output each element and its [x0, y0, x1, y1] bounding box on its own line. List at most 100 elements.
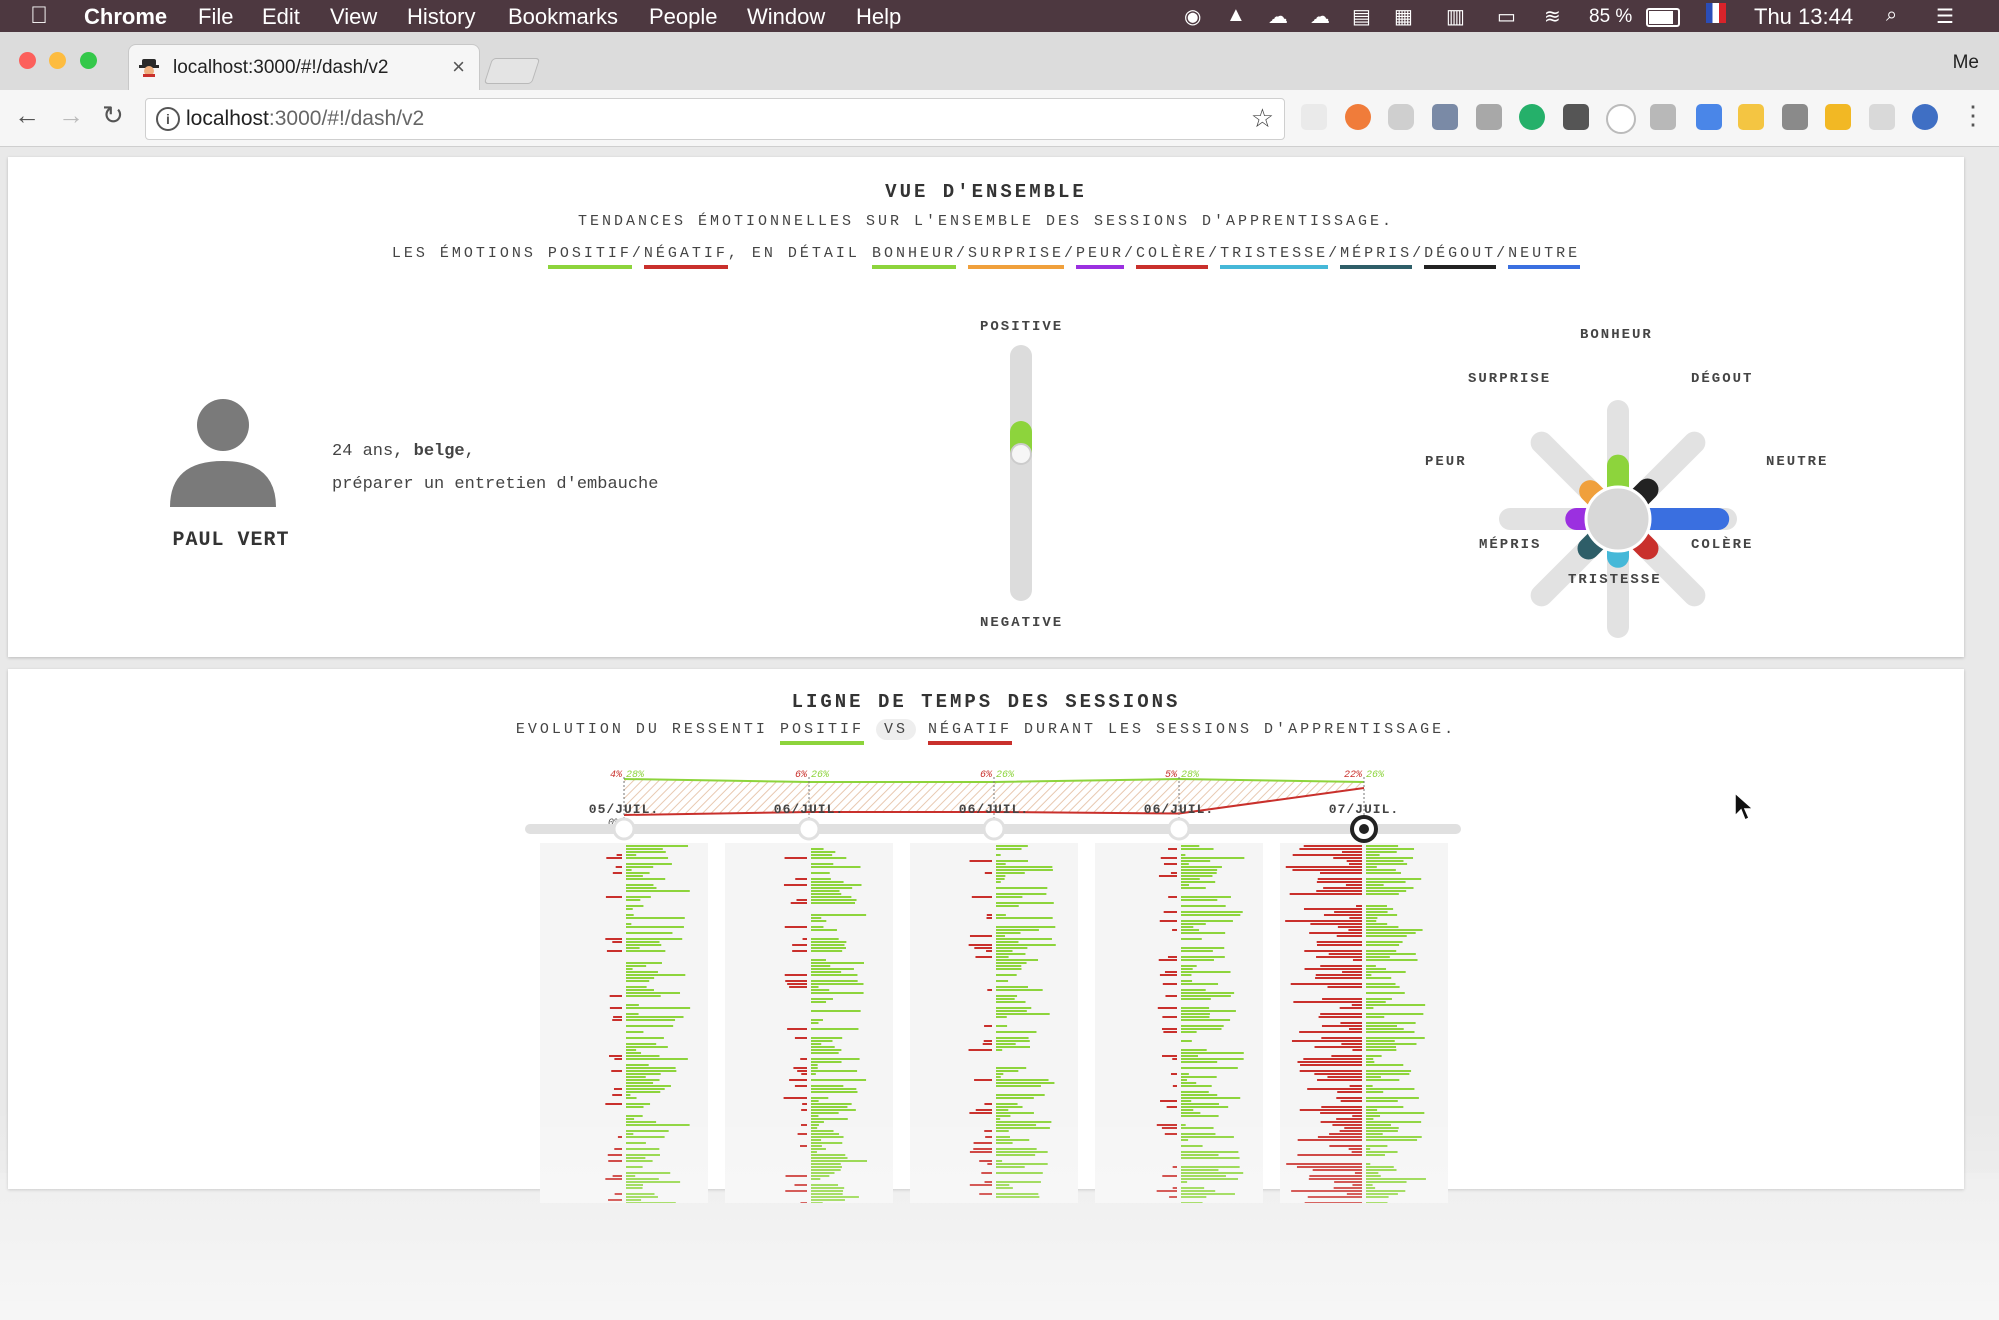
cloud-icon[interactable]: ☁: [1268, 4, 1288, 29]
docker-icon[interactable]: ▤: [1352, 4, 1371, 29]
session-negative-bar: [1163, 911, 1177, 913]
session-positive-bar: [1366, 956, 1390, 958]
grammarly-icon[interactable]: [1519, 104, 1545, 130]
session-marker[interactable]: [612, 817, 636, 841]
record-icon[interactable]: ◉: [1184, 4, 1201, 29]
address-url[interactable]: localhost:3000/#!/dash/v2: [186, 107, 424, 131]
session-negative-bar: [1352, 1184, 1362, 1186]
session-negative-bar: [1158, 875, 1177, 877]
session-marker[interactable]: [982, 817, 1006, 841]
minimize-window-button[interactable]: [49, 52, 66, 69]
menu-people[interactable]: People: [649, 4, 718, 30]
extension-icon-15[interactable]: [1912, 104, 1938, 130]
session-negative-bar: [981, 1172, 992, 1174]
session-column[interactable]: [540, 843, 708, 1203]
reload-button[interactable]: ↻: [102, 100, 124, 131]
extension-icon-3[interactable]: [1388, 104, 1414, 130]
session-negative-bar: [1336, 1118, 1362, 1120]
session-positive-bar: [996, 1109, 1009, 1111]
close-window-button[interactable]: [19, 52, 36, 69]
session-negative-bar: [789, 1079, 807, 1081]
session-positive-bar: [626, 1019, 676, 1021]
keyboard-icon[interactable]: ▥: [1446, 4, 1465, 29]
profile-button[interactable]: Me: [1953, 52, 1979, 74]
session-negative-bar: [984, 872, 992, 874]
session-positive-bar: [1366, 968, 1387, 970]
menu-help[interactable]: Help: [856, 4, 901, 30]
extension-icon-12[interactable]: [1782, 104, 1808, 130]
session-negative-bar: [1300, 1064, 1362, 1066]
new-tab-button[interactable]: [483, 58, 541, 84]
session-positive-bar: [811, 1178, 821, 1180]
maximize-window-button[interactable]: [80, 52, 97, 69]
forward-button[interactable]: →: [58, 100, 84, 131]
session-positive-bar: [1366, 908, 1394, 910]
info-icon[interactable]: i: [156, 107, 180, 131]
address-bar[interactable]: i localhost:3000/#!/dash/v2 ☆: [145, 98, 1285, 140]
wifi-icon[interactable]: ≋: [1544, 4, 1561, 29]
session-positive-bar: [1181, 1055, 1198, 1057]
positive-term: POSITIF: [779, 721, 864, 745]
session-positive-bar: [1366, 1097, 1419, 1099]
angular-icon[interactable]: [1650, 104, 1676, 130]
eyedropper-icon[interactable]: [1432, 104, 1458, 130]
session-positive-bar: [996, 941, 1019, 943]
session-positive-bar: [996, 1025, 1008, 1027]
menu-view[interactable]: View: [330, 4, 377, 30]
session-positive-bar: [996, 1115, 1011, 1117]
session-positive-bar: [996, 845, 1028, 847]
session-positive-bar: [1366, 1154, 1385, 1156]
tab-close-button[interactable]: ×: [452, 54, 465, 80]
menu-history[interactable]: History: [407, 4, 475, 30]
session-positive-bar: [626, 1037, 664, 1039]
apple-icon[interactable]: : [30, 2, 48, 30]
session-positive-bar: [811, 1037, 843, 1039]
session-negative-bar: [785, 980, 807, 982]
session-column[interactable]: [1280, 843, 1448, 1203]
menu-app-name[interactable]: Chrome: [84, 4, 167, 30]
menu-edit[interactable]: Edit: [262, 4, 300, 30]
french-flag-icon[interactable]: [1706, 3, 1726, 23]
session-positive-bar: [626, 1049, 637, 1051]
star-extension-icon[interactable]: [1825, 104, 1851, 130]
chrome-menu-icon[interactable]: ⋮: [1960, 100, 1986, 131]
back-button[interactable]: ←: [14, 100, 40, 131]
session-positive-bar: [811, 878, 831, 880]
hashtag-icon[interactable]: ▦: [1394, 4, 1413, 29]
extension-icon-7[interactable]: [1563, 104, 1589, 130]
session-negative-bar: [605, 1103, 622, 1105]
extension-icon-11[interactable]: [1738, 104, 1764, 130]
extension-icon-8[interactable]: [1606, 104, 1636, 134]
session-positive-bar: [996, 860, 1029, 862]
spotlight-icon[interactable]: ⌕: [1886, 4, 1897, 27]
calendar-icon[interactable]: [1696, 104, 1722, 130]
extension-icon-2[interactable]: [1345, 104, 1371, 130]
session-negative-bar: [1323, 914, 1362, 916]
extension-icon-14[interactable]: [1869, 104, 1895, 130]
session-positive-bar: [1181, 920, 1233, 922]
menu-bookmarks[interactable]: Bookmarks: [508, 4, 618, 30]
session-marker[interactable]: [797, 817, 821, 841]
menu-window[interactable]: Window: [747, 4, 825, 30]
session-positive-bar: [1366, 851, 1397, 853]
session-marker[interactable]: [1167, 817, 1191, 841]
battery-icon[interactable]: [1646, 8, 1680, 27]
session-positive-bar: [811, 1085, 844, 1087]
session-positive-bar: [626, 1136, 665, 1138]
session-column[interactable]: [725, 843, 893, 1203]
camera-icon[interactable]: [1476, 104, 1502, 130]
browser-tab-active[interactable]: localhost:3000/#!/dash/v2 ×: [128, 44, 480, 91]
session-negative-bar: [783, 1097, 807, 1099]
drive-icon[interactable]: ▲: [1226, 4, 1246, 27]
valence-positive-label: POSITIVE: [980, 319, 1064, 335]
menu-file[interactable]: File: [198, 4, 233, 30]
session-negative-bar: [1351, 1004, 1362, 1006]
bookmark-star-icon[interactable]: ☆: [1251, 103, 1274, 134]
session-column[interactable]: [910, 843, 1078, 1203]
session-column[interactable]: [1095, 843, 1263, 1203]
valence-track: [1010, 345, 1032, 601]
extension-icon-1[interactable]: [1301, 104, 1327, 130]
notification-center-icon[interactable]: ☰: [1936, 4, 1954, 29]
cloud-sync-icon[interactable]: ☁: [1310, 4, 1330, 29]
airplay-icon[interactable]: ▭: [1497, 4, 1516, 29]
